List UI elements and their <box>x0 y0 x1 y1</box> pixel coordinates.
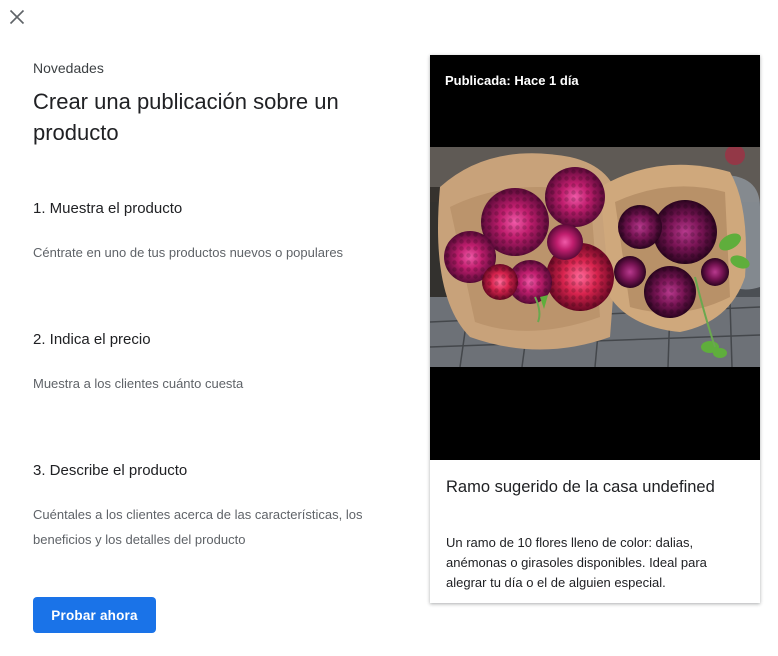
step-1-title: 1. Muestra el producto <box>33 200 183 217</box>
post-media: Publicada: Hace 1 día <box>430 55 760 460</box>
step-2-title: 2. Indica el precio <box>33 331 151 348</box>
step-2-description: Muestra a los clientes cuánto cuesta <box>33 376 244 391</box>
page-title: Crear una publicación sobre un producto <box>33 89 339 145</box>
try-now-button[interactable]: Probar ahora <box>33 597 156 633</box>
step-3-title: 3. Describe el producto <box>33 462 188 479</box>
post-title: Ramo sugerido de la casa undefined <box>446 478 715 496</box>
close-button[interactable] <box>6 6 28 28</box>
close-icon <box>9 9 25 25</box>
eyebrow-label: Novedades <box>33 60 104 76</box>
flower-bouquet-photo <box>430 147 760 367</box>
post-description: Un ramo de 10 flores lleno de color: dal… <box>446 535 707 590</box>
post-preview-card: Publicada: Hace 1 día Ramo sugerido de l… <box>430 55 760 603</box>
step-3-description: Cuéntales a los clientes acerca de las c… <box>33 507 363 547</box>
posted-time: Publicada: Hace 1 día <box>445 73 579 88</box>
step-1-description: Céntrate en uno de tus productos nuevos … <box>33 245 344 260</box>
